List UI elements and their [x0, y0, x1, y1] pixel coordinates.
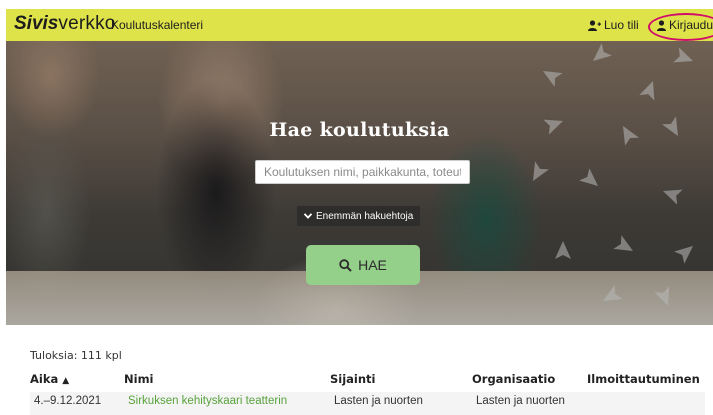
column-header-location[interactable]: Sijainti: [330, 372, 472, 392]
user-plus-icon: [588, 19, 601, 31]
more-search-options-label: Enemmän hakuehtoja: [316, 210, 414, 222]
results-table: Aika ▲ Nimi Sijainti Organisaatio Ilmoit…: [30, 372, 705, 415]
more-search-options-toggle[interactable]: Enemmän hakuehtoja: [297, 206, 421, 226]
hero-title: Hae koulutuksia: [269, 119, 450, 141]
brand-name-rest: verkko: [58, 13, 116, 34]
chevron-down-icon: [304, 213, 312, 219]
register-link[interactable]: Luo tili: [588, 18, 639, 32]
column-header-time[interactable]: Aika ▲: [30, 372, 124, 392]
search-button-label: HAE: [358, 257, 387, 273]
site-subtitle[interactable]: Koulutuskalenteri: [111, 18, 203, 32]
login-link[interactable]: Kirjaudu: [655, 18, 713, 32]
results-count: Tuloksia: 111 kpl: [30, 349, 122, 362]
user-icon: [657, 19, 666, 31]
sort-ascending-indicator: ▲: [62, 376, 70, 386]
register-label: Luo tili: [604, 18, 639, 32]
top-navigation-bar: Sivisverkko Koulutuskalenteri Luo tili K…: [6, 9, 713, 41]
column-header-name[interactable]: Nimi: [124, 372, 330, 392]
brand-logo[interactable]: Sivisverkko: [14, 13, 116, 35]
search-button[interactable]: HAE: [306, 245, 420, 285]
column-header-organization[interactable]: Organisaatio: [472, 372, 587, 392]
login-label: Kirjaudu: [669, 18, 713, 32]
brand-name-bold: Sivis: [14, 13, 59, 34]
column-header-registration[interactable]: Ilmoittautuminen: [587, 372, 705, 392]
search-icon: [339, 258, 352, 272]
search-input[interactable]: [255, 160, 470, 184]
